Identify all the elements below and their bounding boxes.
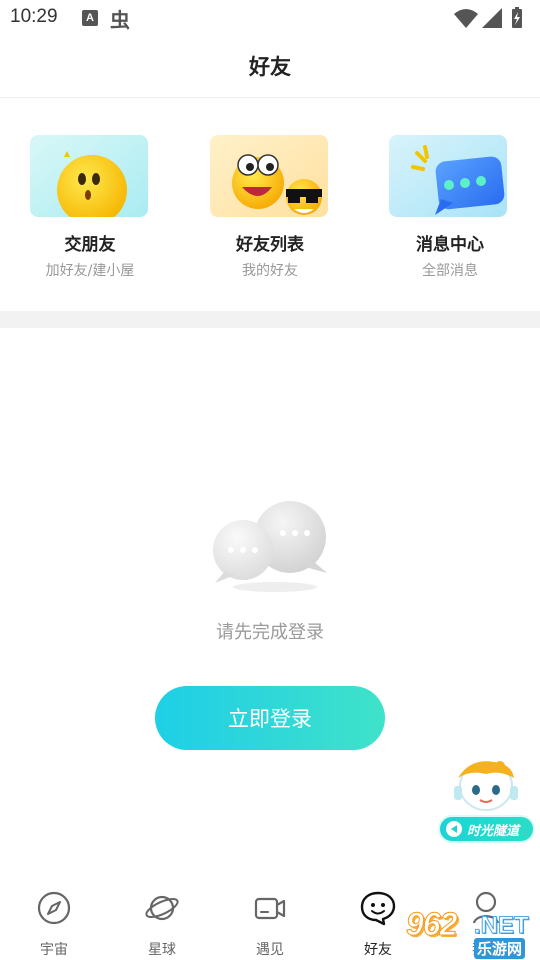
signal-icon <box>482 8 502 28</box>
header: 好友 <box>0 36 540 98</box>
feature-title: 消息中心 <box>416 235 484 255</box>
friends-emoji-icon <box>210 135 328 217</box>
nav-item-universe[interactable]: 宇宙 <box>0 880 108 960</box>
chat-bubble-icon <box>389 135 507 217</box>
battery-icon <box>512 7 522 28</box>
mascot-icon[interactable] <box>440 756 532 818</box>
nav-label: 宇宙 <box>40 942 68 958</box>
watermark-number: 962 <box>405 906 457 943</box>
surprised-emoji-icon <box>30 135 148 217</box>
time-tunnel-badge[interactable]: 时光隧道 <box>438 815 535 843</box>
page-title: 好友 <box>249 55 291 79</box>
status-time: 10:29 <box>10 6 58 27</box>
wifi-icon <box>454 9 478 28</box>
feature-subtitle: 全部消息 <box>422 263 478 279</box>
watermark-text: 乐游网 <box>474 938 526 959</box>
time-tunnel-label: 时光隧道 <box>467 823 520 839</box>
compass-icon <box>37 891 71 925</box>
watermark-domain: .NET <box>474 912 530 940</box>
keyboard-a-icon: A <box>82 10 98 26</box>
planet-icon <box>145 895 179 921</box>
play-icon <box>446 821 462 837</box>
login-button[interactable]: 立即登录 <box>155 686 385 750</box>
section-divider <box>0 311 540 328</box>
nav-item-planet[interactable]: 星球 <box>108 880 216 960</box>
feature-title: 好友列表 <box>236 235 304 255</box>
feature-message-center[interactable]: 消息中心 全部消息 <box>360 135 540 295</box>
feature-row: 交朋友 加好友/建小屋 好友列表 我的好友 消息中心 全部消息 <box>0 98 540 311</box>
chat-face-icon <box>360 891 396 926</box>
feature-subtitle: 我的好友 <box>242 263 298 279</box>
nav-label: 星球 <box>148 942 176 958</box>
watermark-logo: 962 .NET 乐游网 <box>400 906 540 960</box>
feature-subtitle: 加好友/建小屋 <box>45 263 135 279</box>
status-icons <box>454 7 522 28</box>
chat-bubbles-icon <box>213 501 327 592</box>
feature-friend-list[interactable]: 好友列表 我的好友 <box>180 135 360 295</box>
nav-label: 遇见 <box>256 942 284 958</box>
empty-state-text: 请先完成登录 <box>216 622 324 643</box>
video-icon <box>254 897 286 920</box>
feature-make-friends[interactable]: 交朋友 加好友/建小屋 <box>0 135 180 295</box>
feature-title: 交朋友 <box>64 235 116 255</box>
nav-item-meet[interactable]: 遇见 <box>216 880 324 960</box>
bug-icon: 虫 <box>110 8 130 32</box>
status-bar: 10:29 A 虫 <box>0 0 540 36</box>
